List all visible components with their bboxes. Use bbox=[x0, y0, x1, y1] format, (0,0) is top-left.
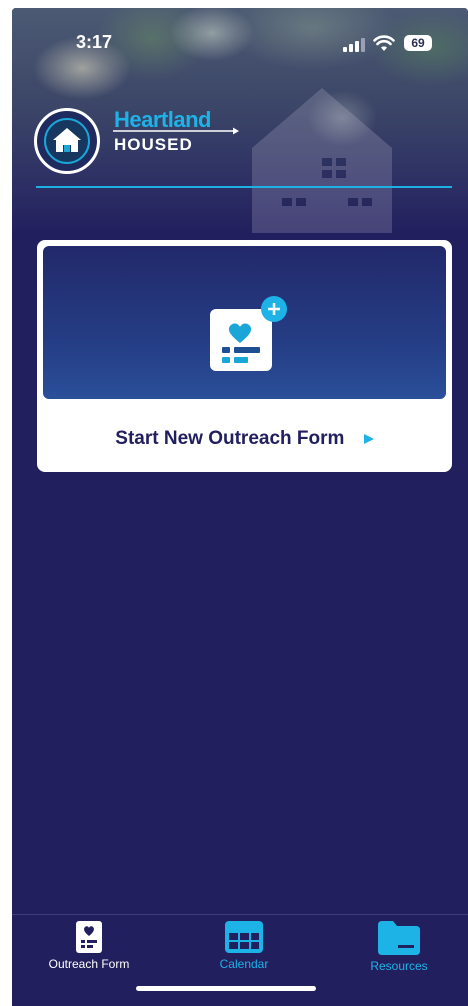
brand-arrow-icon bbox=[113, 127, 239, 135]
tab-calendar-label: Calendar bbox=[219, 957, 269, 971]
play-arrow-icon bbox=[363, 433, 374, 444]
house-silhouette-image bbox=[252, 88, 392, 233]
new-form-icon bbox=[210, 296, 287, 371]
start-form-label: Start New Outreach Form bbox=[115, 428, 345, 449]
app-screen: 3:17 69 Heartland HOUSED Start New Outre… bbox=[12, 8, 468, 1006]
tab-calendar[interactable]: Calendar bbox=[184, 921, 304, 971]
wifi-icon bbox=[373, 35, 395, 51]
battery-indicator: 69 bbox=[404, 35, 432, 51]
card-banner bbox=[43, 246, 446, 399]
logo-emblem bbox=[34, 108, 100, 174]
home-indicator[interactable] bbox=[136, 986, 316, 991]
home-icon bbox=[53, 128, 81, 152]
tab-resources[interactable]: Resources bbox=[339, 921, 459, 973]
start-outreach-form-card[interactable]: Start New Outreach Form bbox=[37, 240, 452, 472]
calendar-icon bbox=[225, 921, 263, 953]
header-divider bbox=[36, 186, 452, 188]
tab-outreach-form-label: Outreach Form bbox=[48, 957, 130, 971]
tab-outreach-form[interactable]: Outreach Form bbox=[29, 921, 149, 971]
form-icon bbox=[76, 921, 102, 953]
tab-resources-label: Resources bbox=[370, 959, 428, 973]
status-bar: 3:17 69 bbox=[12, 8, 468, 58]
folder-icon bbox=[378, 921, 420, 955]
bottom-tab-bar: Outreach Form Calendar Resources bbox=[12, 914, 468, 1006]
card-label: Start New Outreach Form bbox=[37, 428, 452, 450]
brand-name-line2: HOUSED bbox=[114, 135, 193, 154]
cellular-signal-icon bbox=[343, 38, 365, 52]
status-time: 3:17 bbox=[76, 32, 113, 52]
